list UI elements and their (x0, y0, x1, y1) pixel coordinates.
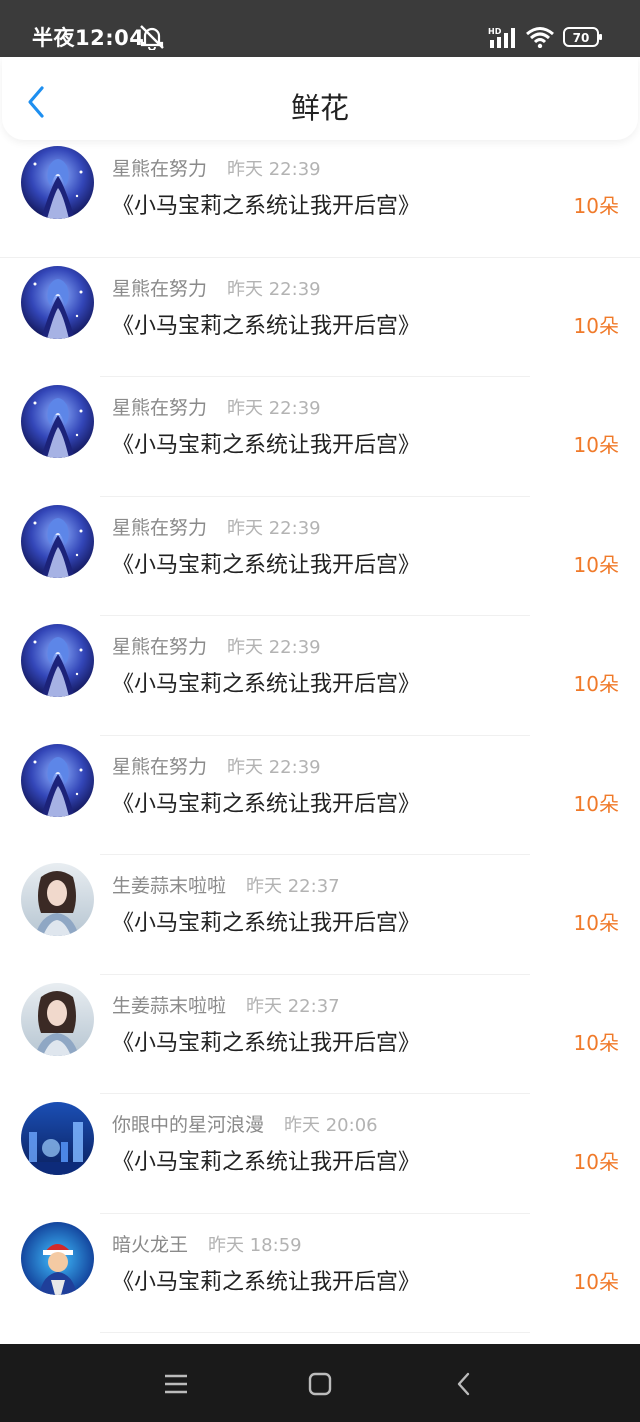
timestamp: 昨天 22:39 (227, 756, 321, 778)
timestamp: 昨天 22:39 (227, 159, 321, 180)
list-item[interactable]: 暗火龙王 昨天 18:59 《小马宝莉之系统让我开后宫》 10朵 (0, 1214, 640, 1333)
divider (100, 1332, 530, 1333)
avatar[interactable] (21, 863, 94, 936)
avatar[interactable] (21, 624, 94, 697)
flower-count: 10朵 (573, 791, 619, 816)
status-bar: 半夜12:04 HD 70 (0, 0, 640, 57)
flower-count: 10朵 (573, 672, 619, 696)
flower-count: 10朵 (573, 552, 619, 577)
flower-count: 10朵 (573, 433, 619, 457)
list-item[interactable]: 星熊在努力 昨天 22:39 《小马宝莉之系统让我开后宫》 10朵 (0, 736, 640, 855)
book-title: 《小马宝莉之系统让我开后宫》 (112, 552, 421, 578)
book-title: 《小马宝莉之系统让我开后宫》 (112, 672, 421, 697)
user-name[interactable]: 生姜蒜末啦啦 (112, 991, 226, 1018)
book-title: 《小马宝莉之系统让我开后宫》 (112, 791, 421, 817)
flower-count: 10朵 (573, 313, 619, 338)
list-item[interactable]: 星熊在努力 昨天 22:39 《小马宝莉之系统让我开后宫》 10朵 (0, 258, 640, 377)
book-title: 《小马宝莉之系统让我开后宫》 (112, 1030, 421, 1056)
list-item[interactable]: 星熊在努力 昨天 22:39 《小马宝莉之系统让我开后宫》 10朵 (0, 497, 640, 616)
avatar[interactable] (21, 146, 94, 219)
flower-count: 10朵 (573, 911, 619, 935)
avatar[interactable] (21, 1102, 94, 1175)
list-item[interactable]: 你眼中的星河浪漫 昨天 20:06 《小马宝莉之系统让我开后宫》 10朵 (0, 1094, 640, 1214)
user-name[interactable]: 生姜蒜末啦啦 (112, 871, 226, 898)
user-name[interactable]: 星熊在努力 (112, 513, 207, 540)
avatar[interactable] (21, 504, 94, 578)
battery-icon: 70 (563, 27, 602, 47)
flower-count: 10朵 (573, 1030, 619, 1055)
flower-list: 星熊在努力 昨天 22:39 《小马宝莉之系统让我开后宫》 10朵 星熊在努力 昨天 2… (0, 138, 640, 1344)
battery-level: 70 (573, 31, 590, 45)
user-name[interactable]: 星熊在努力 (112, 393, 207, 420)
avatar[interactable] (21, 743, 94, 817)
avatar[interactable] (21, 982, 94, 1056)
nav-back-icon[interactable] (450, 1370, 478, 1398)
timestamp: 昨天 20:06 (284, 1115, 378, 1136)
timestamp: 昨天 18:59 (208, 1234, 302, 1256)
list-item[interactable]: 星熊在努力 昨天 22:39 《小马宝莉之系统让我开后宫》 10朵 (0, 138, 640, 258)
book-title: 《小马宝莉之系统让我开后宫》 (112, 313, 421, 339)
header: 鲜花 (2, 57, 638, 140)
network-label: HD (488, 27, 502, 36)
list-item[interactable]: 星熊在努力 昨天 22:39 《小马宝莉之系统让我开后宫》 10朵 (0, 616, 640, 736)
user-name[interactable]: 星熊在努力 (112, 274, 207, 301)
avatar[interactable] (21, 1221, 94, 1295)
user-name[interactable]: 星熊在努力 (112, 752, 207, 779)
system-nav-bar (0, 1344, 640, 1422)
timestamp: 昨天 22:39 (227, 637, 321, 658)
timestamp: 昨天 22:37 (246, 876, 340, 897)
user-name[interactable]: 暗火龙王 (112, 1230, 188, 1257)
avatar[interactable] (21, 385, 94, 458)
book-title: 《小马宝莉之系统让我开后宫》 (112, 1150, 421, 1175)
timestamp: 昨天 22:39 (227, 398, 321, 419)
book-title: 《小马宝莉之系统让我开后宫》 (112, 1269, 421, 1295)
timestamp: 昨天 22:37 (246, 995, 340, 1017)
timestamp: 昨天 22:39 (227, 517, 321, 539)
status-time: 半夜12:04 (32, 26, 145, 50)
flower-count: 10朵 (573, 1150, 619, 1174)
list-item[interactable]: 星熊在努力 昨天 22:39 《小马宝莉之系统让我开后宫》 10朵 (0, 377, 640, 497)
book-title: 《小马宝莉之系统让我开后宫》 (112, 194, 421, 219)
avatar[interactable] (21, 265, 94, 339)
book-title: 《小马宝莉之系统让我开后宫》 (112, 911, 421, 936)
bell-off-icon (140, 25, 164, 50)
flower-count: 10朵 (573, 194, 619, 218)
user-name[interactable]: 星熊在努力 (112, 632, 207, 659)
signal-icon: HD (488, 27, 515, 48)
user-name[interactable]: 星熊在努力 (112, 154, 207, 181)
flower-count: 10朵 (573, 1269, 619, 1294)
timestamp: 昨天 22:39 (227, 278, 321, 300)
book-title: 《小马宝莉之系统让我开后宫》 (112, 433, 421, 458)
list-item[interactable]: 生姜蒜末啦啦 昨天 22:37 《小马宝莉之系统让我开后宫》 10朵 (0, 855, 640, 975)
list-item[interactable]: 生姜蒜末啦啦 昨天 22:37 《小马宝莉之系统让我开后宫》 10朵 (0, 975, 640, 1094)
home-icon[interactable] (306, 1370, 334, 1398)
wifi-icon (526, 27, 554, 48)
page-title: 鲜花 (290, 91, 349, 125)
menu-icon[interactable] (162, 1370, 190, 1398)
user-name[interactable]: 你眼中的星河浪漫 (112, 1110, 264, 1137)
